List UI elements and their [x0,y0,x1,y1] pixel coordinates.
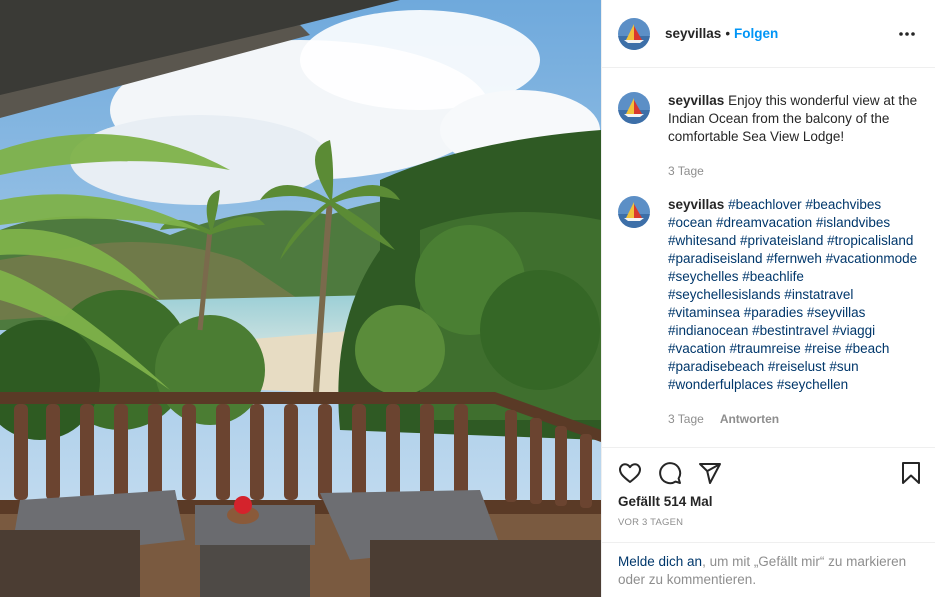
follow-button[interactable]: Folgen [734,26,778,41]
action-icon-row [602,448,935,492]
caption-username[interactable]: seyvillas [668,93,724,108]
more-options-button[interactable] [895,22,919,46]
heart-icon [619,463,641,483]
avatar[interactable] [618,196,650,228]
post-header: seyvillas • Folgen [602,0,935,68]
post-date[interactable]: VOR 3 TAGEN [602,509,935,528]
post-photo[interactable] [0,0,601,597]
separator-dot: • [725,26,731,41]
bookmark-icon [902,462,920,484]
caption-meta: 3 Tage [668,162,919,180]
like-count[interactable]: Gefällt 514 Mal [602,492,935,509]
avatar[interactable] [618,92,650,124]
avatar[interactable] [618,17,650,50]
profile-picture [618,17,650,50]
balcony-ocean-view-image [0,0,601,597]
caption-comment: seyvillas Enjoy this wonderful view at t… [618,92,919,180]
reply-button[interactable]: Antworten [720,410,779,428]
comment-button[interactable] [658,461,682,485]
comment-username[interactable]: seyvillas [668,197,724,212]
more-horizontal-icon [899,31,915,36]
save-button[interactable] [899,461,923,485]
profile-picture [618,196,650,228]
login-prompt: Melde dich an, um mit „Gefällt mir“ zu m… [602,542,935,589]
comment-time[interactable]: 3 Tage [668,410,704,428]
post-side-panel: seyvillas • Folgen seyvillas Enjoy this … [601,0,935,597]
comment-icon [659,462,682,485]
header-username[interactable]: seyvillas [665,26,721,41]
caption-body: seyvillas Enjoy this wonderful view at t… [668,92,919,180]
caption-time[interactable]: 3 Tage [668,162,704,180]
like-button[interactable] [618,461,642,485]
login-link[interactable]: Melde dich an [618,554,702,569]
hashtag-comment: seyvillas #beachlover #beachvibes #ocean… [618,196,919,428]
profile-picture [618,92,650,124]
paper-plane-icon [699,463,721,484]
post-actions: Gefällt 514 Mal VOR 3 TAGEN [602,447,935,528]
comment-meta: 3 Tage Antworten [668,410,919,428]
comment-body: seyvillas #beachlover #beachvibes #ocean… [668,196,919,428]
share-button[interactable] [698,461,722,485]
hashtag-list[interactable]: #beachlover #beachvibes #ocean #dreamvac… [668,197,917,392]
comment-list: seyvillas Enjoy this wonderful view at t… [602,68,935,428]
